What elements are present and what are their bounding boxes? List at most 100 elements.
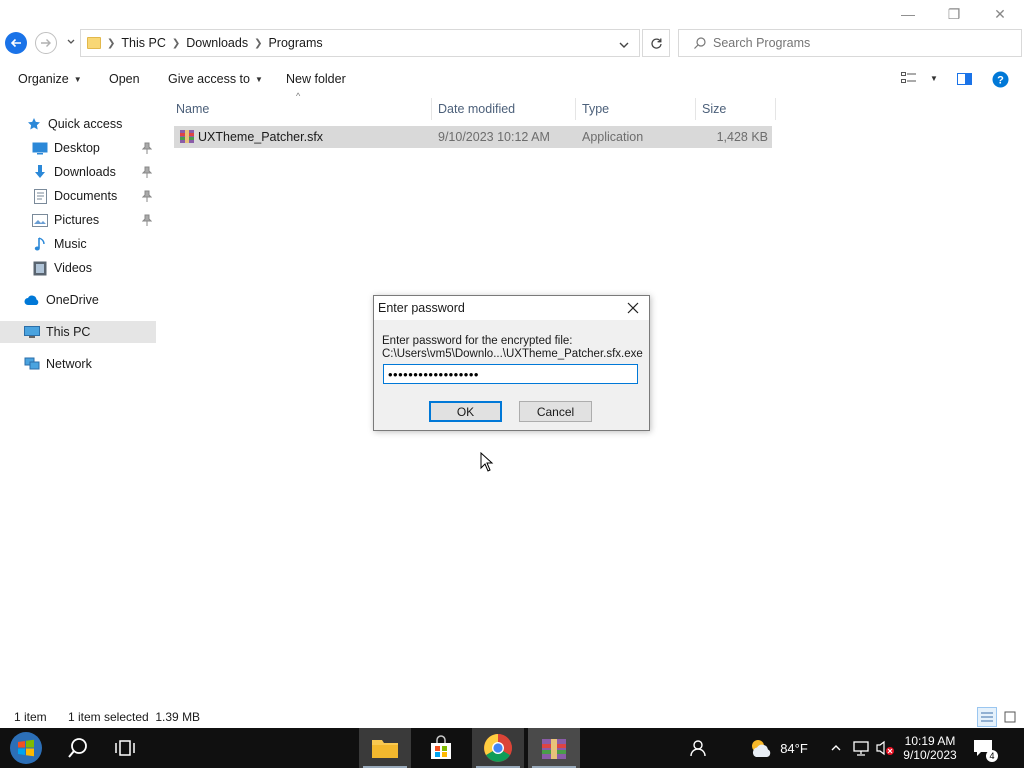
pin-icon xyxy=(142,214,152,226)
maximize-button[interactable]: ❐ xyxy=(931,0,977,28)
documents-icon xyxy=(32,188,48,204)
preview-pane-button[interactable] xyxy=(957,73,972,85)
nav-item-pictures[interactable]: Pictures xyxy=(0,209,156,231)
column-header-date-modified[interactable]: Date modified xyxy=(432,98,576,120)
back-button[interactable] xyxy=(5,32,27,54)
column-header-name-label: Name xyxy=(176,102,210,116)
recent-locations-button[interactable] xyxy=(65,36,77,48)
file-row[interactable]: UXTheme_Patcher.sfx 9/10/2023 10:12 AM A… xyxy=(174,126,772,148)
column-header-size[interactable]: Size xyxy=(696,98,776,120)
change-view-button[interactable]: ▼ xyxy=(901,72,938,84)
column-header-name[interactable]: Name xyxy=(170,98,432,120)
refresh-button[interactable] xyxy=(642,29,670,57)
chevron-right-icon[interactable]: ❯ xyxy=(172,38,180,49)
search-input[interactable] xyxy=(713,36,1013,50)
pin-icon xyxy=(142,166,152,178)
nav-quick-access-label: Quick access xyxy=(48,117,123,131)
column-header-type-label: Type xyxy=(582,102,610,116)
organize-label: Organize xyxy=(18,72,69,86)
help-icon: ? xyxy=(992,71,1009,88)
file-explorer-icon xyxy=(372,740,398,758)
weather-temperature: 84°F xyxy=(780,740,808,756)
taskbar-file-explorer[interactable] xyxy=(359,728,411,768)
status-bar: 1 item 1 item selected 1.39 MB xyxy=(0,706,1024,728)
organize-menu[interactable]: Organize ▼ xyxy=(18,72,82,86)
dialog-title-bar: Enter password xyxy=(374,296,649,320)
large-icons-view-icon xyxy=(1004,711,1016,723)
file-name: UXTheme_Patcher.sfx xyxy=(198,130,324,144)
dialog-prompt-line1: Enter password for the encrypted file: xyxy=(382,335,573,347)
chrome-icon xyxy=(484,734,512,762)
nav-item-network[interactable]: Network xyxy=(0,353,156,375)
chevron-up-icon xyxy=(831,745,841,751)
pin-icon xyxy=(142,190,152,202)
address-dropdown-button[interactable] xyxy=(619,38,629,52)
minimize-button[interactable]: — xyxy=(885,0,931,28)
clock[interactable]: 10:19 AM 9/10/2023 xyxy=(898,728,962,768)
forward-button[interactable] xyxy=(35,32,57,54)
pin-icon xyxy=(142,142,152,154)
nav-item-music[interactable]: Music xyxy=(0,233,156,255)
svg-text:?: ? xyxy=(997,75,1004,87)
ok-button[interactable]: OK xyxy=(429,401,502,422)
column-header-size-label: Size xyxy=(702,102,727,116)
network-tray-button[interactable] xyxy=(850,728,872,768)
close-button[interactable]: ✕ xyxy=(977,0,1023,28)
details-view-button[interactable] xyxy=(977,707,997,727)
file-type: Application xyxy=(582,130,644,144)
address-bar[interactable]: ❯ This PC ❯ Downloads ❯ Programs xyxy=(80,29,640,57)
search-box[interactable] xyxy=(678,29,1022,57)
file-date: 9/10/2023 10:12 AM xyxy=(438,130,550,144)
weather-widget[interactable]: 84°F xyxy=(742,728,812,768)
dialog-title: Enter password xyxy=(378,301,465,315)
cancel-button[interactable]: Cancel xyxy=(519,401,592,422)
show-hidden-icons-button[interactable] xyxy=(826,728,846,768)
chevron-down-icon xyxy=(67,39,75,44)
nav-item-onedrive[interactable]: OneDrive xyxy=(0,289,156,311)
nav-item-downloads[interactable]: Downloads xyxy=(0,161,156,183)
nav-item-label: Network xyxy=(46,357,92,371)
search-button[interactable] xyxy=(54,728,102,768)
action-center-button[interactable]: 4 xyxy=(966,728,1000,768)
music-icon xyxy=(32,236,48,251)
password-field[interactable] xyxy=(383,364,638,384)
nav-item-label: Music xyxy=(54,237,87,251)
volume-tray-button[interactable] xyxy=(874,728,896,768)
nav-item-label: This PC xyxy=(46,325,91,339)
details-view-icon xyxy=(981,712,993,722)
open-button[interactable]: Open xyxy=(109,72,140,86)
breadcrumb-downloads[interactable]: Downloads xyxy=(186,36,248,50)
search-icon xyxy=(694,37,706,49)
preview-pane-icon xyxy=(957,73,972,85)
network-icon xyxy=(24,357,40,371)
close-icon[interactable] xyxy=(625,300,641,316)
taskbar-winrar[interactable] xyxy=(528,728,580,768)
volume-muted-icon xyxy=(876,740,894,756)
task-view-icon xyxy=(115,740,135,756)
new-folder-button[interactable]: New folder xyxy=(286,72,346,86)
chevron-right-icon[interactable]: ❯ xyxy=(107,38,115,49)
people-button[interactable] xyxy=(684,728,712,768)
winrar-icon xyxy=(542,739,566,759)
help-button[interactable]: ? xyxy=(992,71,1009,88)
nav-item-this-pc[interactable]: This PC xyxy=(0,321,156,343)
nav-quick-access[interactable]: Quick access xyxy=(0,113,156,135)
taskbar-chrome[interactable] xyxy=(472,728,524,768)
weather-partly-cloudy-icon xyxy=(752,740,771,757)
nav-item-label: Downloads xyxy=(54,165,116,179)
nav-item-desktop[interactable]: Desktop xyxy=(0,137,156,159)
breadcrumb-programs[interactable]: Programs xyxy=(268,36,322,50)
chevron-right-icon[interactable]: ❯ xyxy=(254,38,262,49)
nav-item-documents[interactable]: Documents xyxy=(0,185,156,207)
store-icon xyxy=(431,735,451,759)
nav-item-videos[interactable]: Videos xyxy=(0,257,156,279)
start-button[interactable] xyxy=(0,728,52,768)
breadcrumb-this-pc[interactable]: This PC xyxy=(121,36,165,50)
nav-item-label: Videos xyxy=(54,261,92,275)
large-icons-view-button[interactable] xyxy=(1000,707,1020,727)
mouse-cursor-icon xyxy=(480,452,494,472)
give-access-menu[interactable]: Give access to ▼ xyxy=(168,72,263,86)
column-header-type[interactable]: Type xyxy=(576,98,696,120)
taskbar-microsoft-store[interactable] xyxy=(415,728,467,768)
task-view-button[interactable] xyxy=(102,728,150,768)
